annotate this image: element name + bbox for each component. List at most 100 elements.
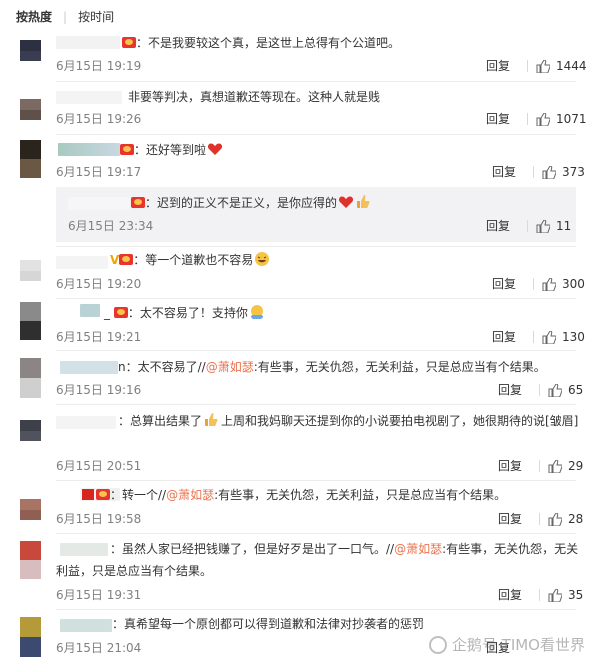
like-button[interactable]: 1444 (519, 58, 587, 74)
avatar[interactable] (20, 617, 41, 657)
comment-time: 6月15日 19:17 (56, 165, 142, 179)
divider (539, 513, 540, 525)
divider (56, 404, 576, 405)
comment-time: 6月15日 20:51 (56, 459, 142, 473)
divider (56, 609, 576, 610)
reply-button[interactable]: 回复 (492, 164, 516, 180)
vip-badge-icon (122, 37, 136, 48)
watermark: 企鹅号 TIMO看世界 (428, 634, 585, 655)
avatar[interactable] (20, 140, 41, 178)
laughing-emoji-icon (255, 252, 270, 266)
like-button[interactable]: 65 (531, 382, 583, 398)
comment-time: 6月15日 19:58 (56, 512, 142, 526)
watermark-logo-icon (428, 635, 447, 654)
divider (533, 166, 534, 178)
avatar[interactable] (20, 499, 41, 520)
verified-v-icon: V (110, 253, 120, 267)
mention-link[interactable]: @萧如瑟 (394, 542, 442, 556)
tab-sort-by-time[interactable]: 按时间 (78, 8, 114, 25)
thumbs-up-icon (548, 588, 562, 602)
thumbs-up-icon (548, 459, 562, 473)
like-button[interactable]: 300 (525, 276, 585, 292)
comment-text: ：迟到的正义不是正义，是你应得的 (131, 192, 371, 214)
like-count: 28 (568, 512, 584, 526)
avatar[interactable] (20, 358, 41, 398)
thumbs-up-icon (548, 512, 562, 526)
heart-icon (207, 143, 223, 155)
username-blurred[interactable] (80, 304, 100, 317)
vip-badge-icon (96, 489, 110, 500)
avatar[interactable] (20, 260, 41, 281)
thumbs-up-icon (536, 59, 550, 73)
reply-button[interactable]: 回复 (486, 111, 510, 127)
divider (56, 350, 576, 351)
divider (539, 589, 540, 601)
avatar[interactable] (20, 99, 41, 120)
divider (56, 533, 576, 534)
comment-time: 6月15日 19:31 (56, 588, 142, 602)
divider (527, 220, 528, 232)
reply-button[interactable]: 回复 (498, 587, 522, 603)
like-button[interactable]: 35 (531, 587, 583, 603)
vip-badge-icon (120, 144, 134, 155)
divider (539, 460, 540, 472)
like-button[interactable]: 373 (525, 164, 585, 180)
like-button[interactable]: 29 (531, 458, 583, 474)
like-button[interactable]: 1071 (519, 111, 587, 127)
divider (527, 113, 528, 125)
reply-button[interactable]: 回复 (498, 382, 522, 398)
divider (533, 278, 534, 290)
username-blurred[interactable] (56, 91, 122, 104)
like-count: 35 (568, 588, 584, 602)
mention-link[interactable]: @萧如瑟 (206, 360, 254, 374)
comment-time: 6月15日 19:26 (56, 112, 142, 126)
like-button[interactable]: 130 (525, 329, 585, 345)
username-blurred[interactable] (58, 143, 120, 156)
reply-button[interactable]: 回复 (492, 329, 516, 345)
avatar[interactable] (20, 541, 41, 579)
reply-button[interactable]: 回复 (486, 58, 510, 74)
reply-button[interactable]: 回复 (498, 458, 522, 474)
comment-text: ：真希望每一个原创都可以得到道歉和法律对抄袭者的惩罚 (112, 617, 425, 631)
reply-button[interactable]: 回复 (486, 218, 510, 234)
comment-time: 6月15日 23:34 (68, 219, 154, 233)
comment-time: 6月15日 19:16 (56, 383, 142, 397)
thumbs-up-icon (542, 165, 556, 179)
vip-badge-icon (119, 254, 134, 265)
username-blurred[interactable] (56, 36, 120, 49)
thumbs-up-icon (536, 219, 550, 233)
vip-badge-icon (131, 197, 145, 208)
like-count: 1444 (556, 59, 587, 73)
divider (527, 60, 528, 72)
like-count: 65 (568, 383, 584, 397)
vip-badge-icon (113, 307, 128, 318)
username-blurred[interactable] (60, 619, 112, 632)
tab-sort-by-hot[interactable]: 按热度 (16, 8, 52, 25)
username-blurred[interactable] (56, 256, 108, 269)
comment-time: 6月15日 19:21 (56, 330, 142, 344)
reply-button[interactable]: 回复 (492, 276, 516, 292)
divider (56, 246, 576, 247)
comment-text-line2: 上周和我妈聊天还提到你的小说要拍电视剧了，她很期待的说[皱眉] (221, 414, 579, 428)
divider (56, 134, 576, 135)
thumbs-up-icon (542, 330, 556, 344)
avatar[interactable] (20, 420, 41, 441)
avatar[interactable] (20, 40, 41, 61)
like-button[interactable]: 28 (531, 511, 583, 527)
comment-text: ：虽然人家已经把钱赚了，但是好歹是出了一口气。//@萧如瑟:有些事，无关仇怨，无… (56, 542, 579, 578)
divider (533, 331, 534, 343)
divider (56, 81, 576, 82)
flag-icon (82, 489, 94, 500)
avatar[interactable] (20, 302, 41, 340)
comment-text: 非要等判决，真想道歉还等现在。这种人就是贱 (128, 90, 381, 104)
comment-text: n：太不容易了//@萧如瑟:有些事，无关仇怨，无关利益，只是总应当有个结果。 (118, 360, 546, 374)
username-blurred[interactable] (68, 197, 130, 210)
username-blurred[interactable] (60, 361, 118, 374)
comment-text: ：不是我要较这个真，是这世上总得有个公道吧。 (122, 32, 400, 54)
comment-time: 6月15日 19:19 (56, 59, 142, 73)
divider (56, 298, 576, 299)
reply-button[interactable]: 回复 (498, 511, 522, 527)
like-button[interactable]: 11 (519, 218, 571, 234)
mention-link[interactable]: @萧如瑟 (166, 488, 214, 502)
comment-text: ：转一个//@萧如瑟:有些事，无关仇怨，无关利益，只是总应当有个结果。 (82, 484, 506, 506)
